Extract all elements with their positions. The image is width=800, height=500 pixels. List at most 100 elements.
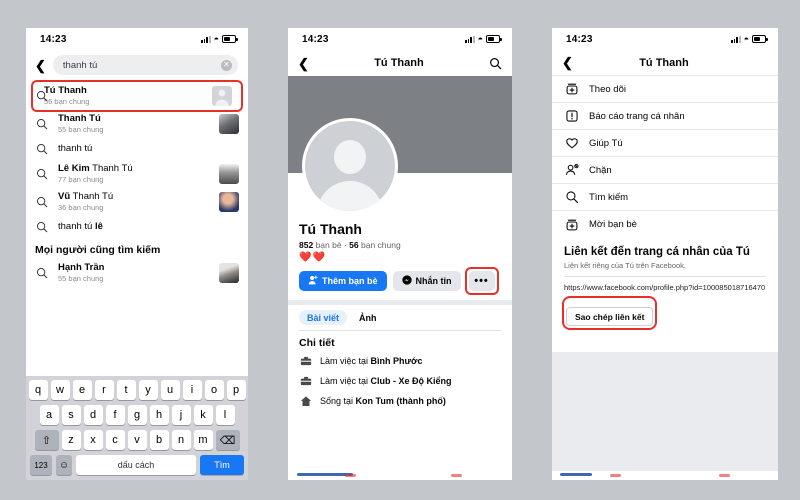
clear-circle-icon[interactable]: ✕ <box>221 59 232 71</box>
copy-link-button[interactable]: Sao chép liên kết <box>566 307 654 326</box>
numbers-key[interactable]: 123 <box>30 455 52 475</box>
key-f[interactable]: f <box>105 405 125 425</box>
signal-bars-icon <box>201 35 211 43</box>
key-d[interactable]: d <box>83 405 103 425</box>
detail-text: Làm việc tại Club - Xe Độ Kiểng <box>320 376 452 386</box>
avatar-body-shape <box>317 181 383 211</box>
space-key[interactable]: dấu cách <box>76 455 196 475</box>
tab-photos[interactable]: Ảnh <box>351 310 385 325</box>
avatar-head-shape <box>334 140 366 174</box>
menu-item-follow[interactable]: Theo dõi <box>552 76 778 103</box>
search-result-row[interactable]: thanh tú <box>26 138 248 160</box>
search-result-row[interactable]: Vũ Thanh Tú 36 bạn chung <box>26 188 248 216</box>
result-name: thanh tú <box>58 143 93 154</box>
key-a[interactable]: a <box>39 405 59 425</box>
invite-plus-icon <box>564 218 579 232</box>
profile-bio: ❤️❤️ <box>299 252 326 263</box>
key-j[interactable]: j <box>171 405 191 425</box>
profile-navbar: ❮ Tú Thanh <box>288 50 512 76</box>
search-result-row[interactable]: Tú Thanh 56 bạn chung <box>31 80 243 112</box>
key-n[interactable]: n <box>171 430 191 450</box>
battery-icon <box>752 35 768 43</box>
key-t[interactable]: t <box>116 380 136 400</box>
result-text: Thanh Tú 55 bạn chung <box>58 113 210 135</box>
back-chevron-icon[interactable]: ❮ <box>298 57 309 70</box>
menu-label: Chặn <box>589 164 612 176</box>
result-text: thanh tú <box>58 143 239 155</box>
search-result-row[interactable]: Lê Kim Thanh Tú 77 bạn chung <box>26 160 248 188</box>
suggestion-sub: 55 bạn chung <box>58 274 104 283</box>
result-text: Tú Thanh 56 bạn chung <box>42 85 203 107</box>
key-g[interactable]: g <box>127 405 147 425</box>
emoji-smiley-icon[interactable]: ☺ <box>56 455 72 475</box>
search-go-key[interactable]: Tìm <box>200 455 244 475</box>
detail-row[interactable]: Làm việc tại Club - Xe Độ Kiểng <box>288 371 512 391</box>
more-options-highlight: ••• <box>464 267 499 295</box>
options-page-background <box>552 352 778 471</box>
key-b[interactable]: b <box>149 430 169 450</box>
shift-up-arrow-icon[interactable]: ⇧ <box>34 430 59 450</box>
phone-screen-search: 14:23 ◓ ❮ thanh tú ✕ Tú Thanh 56 bạn chu… <box>26 28 248 480</box>
home-icon <box>299 395 312 407</box>
suggestion-text: Hạnh Trần 55 bạn chung <box>58 262 210 284</box>
heart-shield-icon <box>564 136 579 150</box>
detail-row[interactable]: Sống tại Kon Tum (thành phố) <box>288 391 512 411</box>
phone-screen-profile: 14:23 ◓ ❮ Tú Thanh Tú Thanh 852 bạn bè ·… <box>288 28 512 480</box>
section-title-also-searched: Mọi người cũng tìm kiếm <box>35 244 161 256</box>
key-h[interactable]: h <box>149 405 169 425</box>
key-z[interactable]: z <box>61 430 81 450</box>
key-i[interactable]: i <box>182 380 202 400</box>
status-time: 14:23 <box>566 33 593 45</box>
key-c[interactable]: c <box>105 430 125 450</box>
detail-text: Sống tại Kon Tum (thành phố) <box>320 396 446 406</box>
key-l[interactable]: l <box>215 405 235 425</box>
default-person-avatar[interactable] <box>302 118 398 214</box>
profile-url-text[interactable]: https://www.facebook.com/profile.php?id=… <box>564 283 766 293</box>
tab-posts[interactable]: Bài viết <box>299 310 348 325</box>
key-q[interactable]: q <box>28 380 48 400</box>
back-chevron-icon[interactable]: ❮ <box>562 56 573 69</box>
search-result-row[interactable]: Thanh Tú 55 bạn chung <box>26 110 248 138</box>
page-title: Tú Thanh <box>374 57 424 69</box>
key-w[interactable]: w <box>50 380 70 400</box>
menu-item-search[interactable]: Tìm kiếm <box>552 184 778 211</box>
on-screen-keyboard[interactable]: q w e r t y u i o p a s d f g h j k l ⇧ … <box>26 376 248 480</box>
key-e[interactable]: e <box>72 380 92 400</box>
key-u[interactable]: u <box>160 380 180 400</box>
more-options-button[interactable]: ••• <box>468 271 495 291</box>
message-button[interactable]: Nhắn tin <box>392 271 461 291</box>
key-y[interactable]: y <box>138 380 158 400</box>
key-m[interactable]: m <box>193 430 213 450</box>
key-r[interactable]: r <box>94 380 114 400</box>
search-icon[interactable] <box>489 57 502 70</box>
detail-row[interactable]: Làm việc tại Bình Phước <box>288 351 512 371</box>
key-o[interactable]: o <box>204 380 224 400</box>
key-k[interactable]: k <box>193 405 213 425</box>
marker-two <box>451 474 462 477</box>
status-bar: 14:23 ◓ <box>288 28 512 50</box>
suggestion-name: Hạnh Trần <box>58 262 105 273</box>
message-label: Nhắn tin <box>415 276 452 286</box>
search-results-list: Tú Thanh 56 bạn chung Thanh Tú 55 bạn ch… <box>26 80 248 287</box>
menu-item-help[interactable]: Giúp Tú <box>552 130 778 157</box>
briefcase-icon <box>299 375 312 387</box>
menu-item-report[interactable]: Báo cáo trang cá nhân <box>552 103 778 130</box>
avatar <box>219 114 239 134</box>
add-friend-button[interactable]: Thêm bạn bè <box>299 271 387 291</box>
avatar <box>219 192 239 212</box>
backspace-icon[interactable]: ⌫ <box>215 430 240 450</box>
search-result-row[interactable]: thanh tú lê <box>26 216 248 238</box>
menu-item-block[interactable]: Chặn <box>552 157 778 184</box>
key-x[interactable]: x <box>83 430 103 450</box>
search-input[interactable]: thanh tú ✕ <box>52 55 238 75</box>
mutual-count: 56 <box>349 240 359 250</box>
key-v[interactable]: v <box>127 430 147 450</box>
back-chevron-icon[interactable]: ❮ <box>35 59 46 72</box>
suggestion-row[interactable]: Hạnh Trần 55 bạn chung <box>26 259 248 287</box>
status-icons: ◓ <box>731 34 768 44</box>
menu-item-invite[interactable]: Mời bạn bè <box>552 211 778 238</box>
key-p[interactable]: p <box>226 380 246 400</box>
key-s[interactable]: s <box>61 405 81 425</box>
menu-label: Giúp Tú <box>589 137 623 149</box>
messenger-icon <box>401 275 412 287</box>
